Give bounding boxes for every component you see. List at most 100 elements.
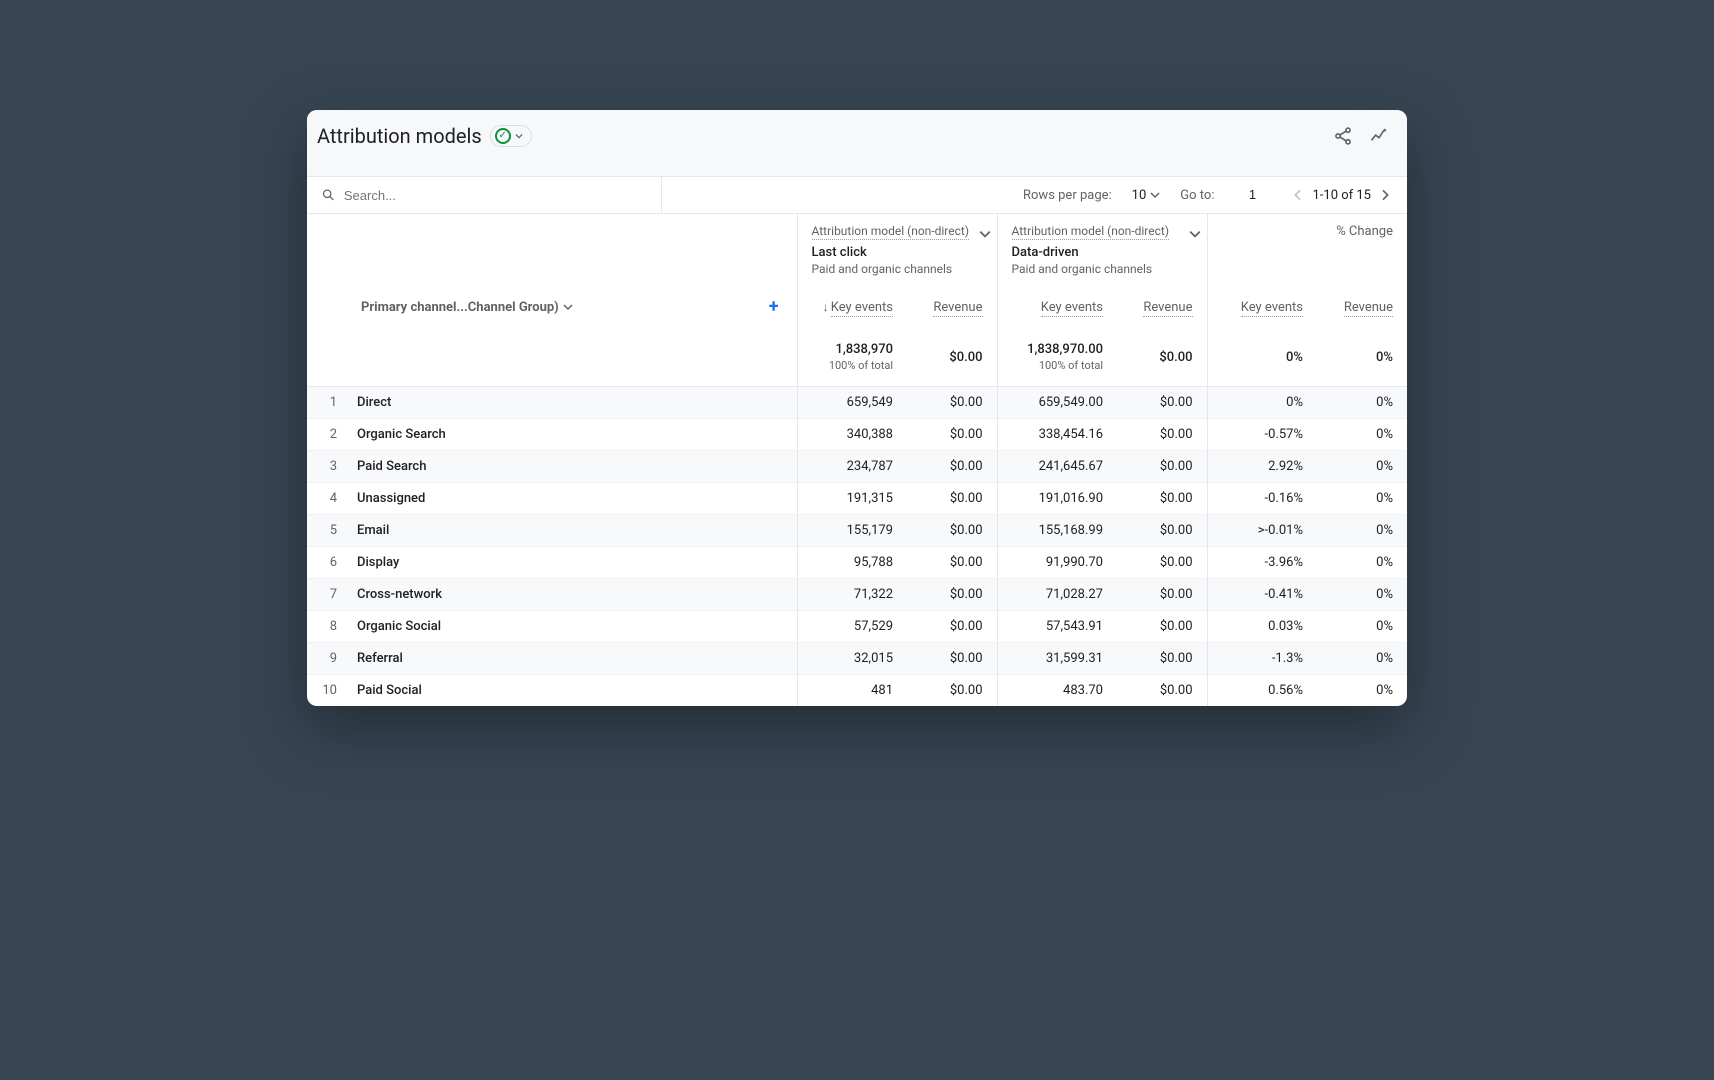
total-key1: 1,838,970 xyxy=(835,342,893,357)
cell-revc: 0% xyxy=(1317,675,1407,707)
dimension-selector[interactable]: Primary channel...Channel Group) xyxy=(361,300,559,315)
col-key-events-change[interactable]: Key events xyxy=(1241,300,1303,317)
search-input[interactable] xyxy=(344,188,647,203)
col-revenue-a[interactable]: Revenue xyxy=(933,300,982,317)
cell-rev2: $0.00 xyxy=(1117,643,1207,675)
channel-name: Display xyxy=(343,547,797,579)
cell-rev1: $0.00 xyxy=(907,451,997,483)
cell-rev1: $0.00 xyxy=(907,387,997,419)
channel-name: Organic Search xyxy=(343,419,797,451)
cell-rev2: $0.00 xyxy=(1117,483,1207,515)
cell-keyc: 0% xyxy=(1207,387,1317,419)
table-row[interactable]: 8Organic Social57,529$0.0057,543.91$0.00… xyxy=(307,611,1407,643)
channel-name: Referral xyxy=(343,643,797,675)
cell-revc: 0% xyxy=(1317,419,1407,451)
page-range: 1-10 of 15 xyxy=(1312,188,1371,203)
go-to-label: Go to: xyxy=(1180,188,1214,203)
cell-rev1: $0.00 xyxy=(907,515,997,547)
chevron-down-icon xyxy=(1150,190,1160,200)
cell-key1: 57,529 xyxy=(797,611,907,643)
cell-rev2: $0.00 xyxy=(1117,547,1207,579)
model-a-sub: Paid and organic channels xyxy=(812,262,983,276)
cell-key2: 155,168.99 xyxy=(997,515,1117,547)
cell-key2: 71,028.27 xyxy=(997,579,1117,611)
cell-revc: 0% xyxy=(1317,579,1407,611)
go-to-input[interactable] xyxy=(1234,187,1270,203)
row-number: 7 xyxy=(307,579,343,611)
model-a-name[interactable]: Last click xyxy=(812,245,867,260)
table-row[interactable]: 1Direct659,549$0.00659,549.00$0.000%0% xyxy=(307,387,1407,419)
rows-per-page-select[interactable]: 10 xyxy=(1132,188,1161,203)
cell-keyc: >-0.01% xyxy=(1207,515,1317,547)
page-next-icon[interactable] xyxy=(1377,187,1393,203)
cell-key1: 155,179 xyxy=(797,515,907,547)
cell-key1: 234,787 xyxy=(797,451,907,483)
total-key2: 1,838,970.00 xyxy=(1027,342,1103,357)
cell-rev2: $0.00 xyxy=(1117,515,1207,547)
row-number: 6 xyxy=(307,547,343,579)
table-row[interactable]: 6Display95,788$0.0091,990.70$0.00-3.96%0… xyxy=(307,547,1407,579)
cell-key1: 32,015 xyxy=(797,643,907,675)
cell-revc: 0% xyxy=(1317,611,1407,643)
cell-keyc: -1.3% xyxy=(1207,643,1317,675)
cell-rev1: $0.00 xyxy=(907,611,997,643)
cell-keyc: 2.92% xyxy=(1207,451,1317,483)
cell-rev1: $0.00 xyxy=(907,643,997,675)
table-row[interactable]: 5Email155,179$0.00155,168.99$0.00>-0.01%… xyxy=(307,515,1407,547)
table-row[interactable]: 2Organic Search340,388$0.00338,454.16$0.… xyxy=(307,419,1407,451)
model-b-group-label: Attribution model (non-direct) xyxy=(1012,224,1170,240)
share-icon[interactable] xyxy=(1333,126,1353,146)
status-pill[interactable]: ✓ xyxy=(490,125,532,147)
model-b-sub: Paid and organic channels xyxy=(1012,262,1193,276)
cell-rev2: $0.00 xyxy=(1117,675,1207,707)
total-keyc: 0% xyxy=(1207,328,1317,387)
col-key-events-a[interactable]: Key events xyxy=(831,300,893,317)
data-table: Attribution model (non-direct) Last clic… xyxy=(307,214,1407,706)
table-toolbar: Rows per page: 10 Go to: 1-10 of 15 xyxy=(307,177,1407,214)
col-key-events-b[interactable]: Key events xyxy=(1041,300,1103,317)
row-number: 5 xyxy=(307,515,343,547)
col-revenue-change[interactable]: Revenue xyxy=(1344,300,1393,317)
cell-keyc: -3.96% xyxy=(1207,547,1317,579)
sort-desc-icon[interactable]: ↓ xyxy=(823,300,829,314)
cell-key1: 95,788 xyxy=(797,547,907,579)
col-revenue-b[interactable]: Revenue xyxy=(1143,300,1192,317)
row-number: 4 xyxy=(307,483,343,515)
channel-name: Paid Search xyxy=(343,451,797,483)
cell-revc: 0% xyxy=(1317,451,1407,483)
cell-keyc: -0.41% xyxy=(1207,579,1317,611)
cell-rev1: $0.00 xyxy=(907,579,997,611)
row-number: 8 xyxy=(307,611,343,643)
total-revc: 0% xyxy=(1317,328,1407,387)
cell-keyc: 0.03% xyxy=(1207,611,1317,643)
header: Attribution models ✓ xyxy=(307,110,1407,177)
total-rev1: $0.00 xyxy=(907,328,997,387)
cell-key2: 483.70 xyxy=(997,675,1117,707)
table-row[interactable]: 7Cross-network71,322$0.0071,028.27$0.00-… xyxy=(307,579,1407,611)
cell-key1: 481 xyxy=(797,675,907,707)
table-row[interactable]: 4Unassigned191,315$0.00191,016.90$0.00-0… xyxy=(307,483,1407,515)
add-dimension-button[interactable]: + xyxy=(769,298,783,316)
model-a-group-label: Attribution model (non-direct) xyxy=(812,224,970,240)
model-b-name[interactable]: Data-driven xyxy=(1012,245,1079,260)
table-row[interactable]: 10Paid Social481$0.00483.70$0.000.56%0% xyxy=(307,675,1407,707)
cell-rev2: $0.00 xyxy=(1117,387,1207,419)
cell-revc: 0% xyxy=(1317,387,1407,419)
cell-key2: 91,990.70 xyxy=(997,547,1117,579)
model-b-chevron[interactable] xyxy=(1189,228,1201,244)
cell-key2: 191,016.90 xyxy=(997,483,1117,515)
cell-rev2: $0.00 xyxy=(1117,451,1207,483)
table-row[interactable]: 9Referral32,015$0.0031,599.31$0.00-1.3%0… xyxy=(307,643,1407,675)
rows-per-page-label: Rows per page: xyxy=(1023,188,1112,203)
channel-name: Unassigned xyxy=(343,483,797,515)
model-a-chevron[interactable] xyxy=(979,228,991,244)
channel-name: Direct xyxy=(343,387,797,419)
table-row[interactable]: 3Paid Search234,787$0.00241,645.67$0.002… xyxy=(307,451,1407,483)
change-header: % Change xyxy=(1207,214,1407,286)
page-prev-icon[interactable] xyxy=(1290,187,1306,203)
cell-revc: 0% xyxy=(1317,515,1407,547)
cell-key1: 340,388 xyxy=(797,419,907,451)
row-number: 10 xyxy=(307,675,343,707)
insights-icon[interactable] xyxy=(1369,126,1389,146)
cell-rev1: $0.00 xyxy=(907,547,997,579)
